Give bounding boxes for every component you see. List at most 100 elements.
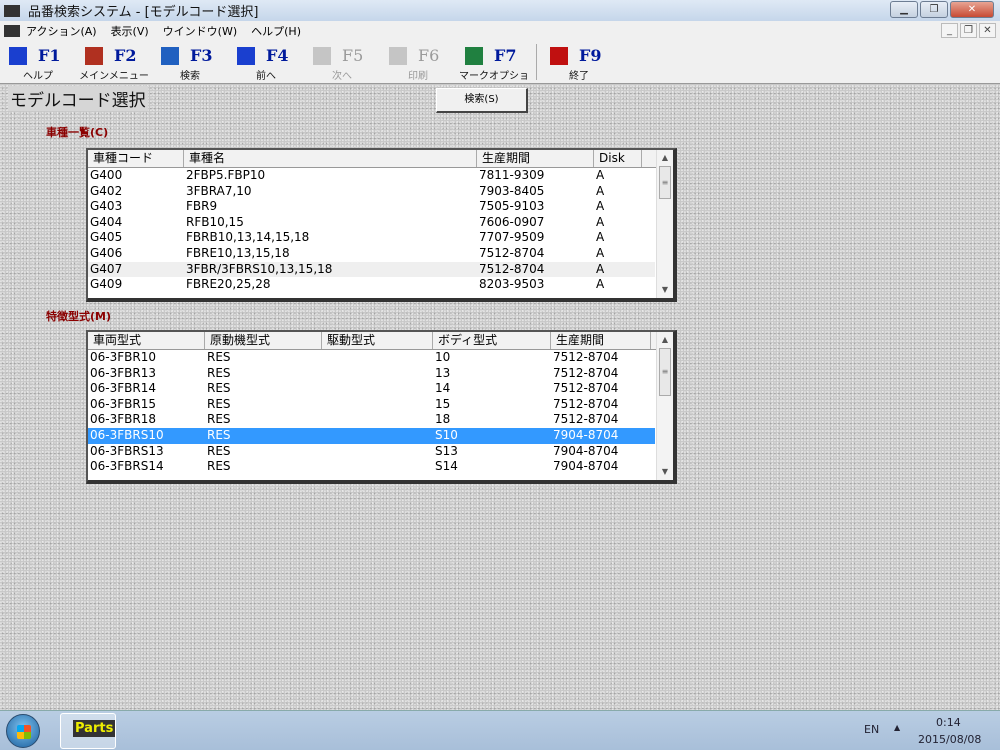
- toolbar-button-label: 印刷: [408, 71, 428, 82]
- table-row[interactable]: 06-3FBRS14 RES S14 7904-8704: [88, 459, 655, 475]
- table-cell: RES: [207, 365, 231, 380]
- toolbar-button-f1[interactable]: F1 ヘルプ: [0, 40, 76, 84]
- toolbar-button-f4[interactable]: F4 前へ: [228, 40, 304, 84]
- minimize-button[interactable]: ▁: [890, 1, 918, 18]
- scroll-down-icon[interactable]: ▼: [657, 464, 673, 480]
- toolbar-button-f3[interactable]: F3 検索: [152, 40, 228, 84]
- table-row[interactable]: G402 3FBRA7,10 7903-8405 A: [88, 184, 655, 200]
- windows-logo-icon: [17, 725, 31, 739]
- column-header[interactable]: 車種名: [184, 150, 477, 167]
- clock-date[interactable]: 2015/08/08: [918, 733, 981, 746]
- toolbar: F1 ヘルプ F2 メインメニュー F3 検索 F4 前へ F5 次へ F6 印刷 F7マークオプション…: [0, 40, 1000, 97]
- table-cell: [322, 444, 433, 460]
- table-row[interactable]: G406 FBRE10,13,15,18 7512-8704 A: [88, 246, 655, 262]
- scroll-down-icon[interactable]: ▼: [657, 282, 673, 298]
- table-cell: [322, 459, 433, 475]
- restore-button[interactable]: ❐: [920, 1, 948, 18]
- toolbar-button-f5[interactable]: F5 次へ: [304, 40, 380, 84]
- column-header[interactable]: 原動機型式: [205, 332, 322, 349]
- table-cell: G404: [90, 214, 123, 229]
- column-header[interactable]: Disk: [594, 150, 642, 167]
- table-row[interactable]: 06-3FBR18 RES 18 7512-8704: [88, 412, 655, 428]
- function-key: F1: [38, 46, 61, 65]
- column-header[interactable]: 生産期間: [551, 332, 651, 349]
- menu-action[interactable]: アクション(A): [26, 23, 97, 39]
- table-row[interactable]: 06-3FBRS13 RES S13 7904-8704: [88, 444, 655, 460]
- table-row[interactable]: G407 3FBR/3FBRS10,13,15,18 7512-8704 A: [88, 261, 655, 278]
- close-button[interactable]: ✕: [950, 1, 994, 18]
- taskbar-app-parts[interactable]: Parts: [60, 713, 116, 749]
- toolbar-button-f7[interactable]: F7マークオプション: [456, 40, 532, 97]
- scroll-up-icon[interactable]: ▲: [657, 332, 673, 348]
- app-icon: [4, 24, 20, 37]
- type-list[interactable]: 車両型式 原動機型式 駆動型式 ボディ型式 生産期間 06-3FBR10 RES 10 751…: [86, 330, 677, 484]
- type-list-scrollbar[interactable]: ▲ ≡ ▼: [656, 332, 673, 480]
- table-cell: FBRE10,13,15,18: [186, 245, 290, 260]
- table-cell: 7505-9103: [479, 199, 545, 214]
- table-cell: G407: [90, 261, 123, 276]
- menu-view[interactable]: 表示(V): [111, 23, 149, 39]
- function-key: F9: [579, 46, 602, 65]
- function-key: F3: [190, 46, 213, 65]
- table-cell: RES: [207, 459, 231, 474]
- toolbar-button-f6[interactable]: F6 印刷: [380, 40, 456, 84]
- column-header[interactable]: ボディ型式: [433, 332, 551, 349]
- table-cell: 3FBR/3FBRS10,13,15,18: [186, 261, 333, 276]
- model-list[interactable]: 車種コード 車種名 生産期間 Disk G400 2FBP5.FBP10 7811-930…: [86, 148, 677, 302]
- toolbar-button-label: メインメニュー: [79, 71, 149, 82]
- back-icon: [237, 47, 255, 65]
- table-cell: RES: [207, 412, 231, 427]
- model-list-label: 車種一覧(C): [46, 126, 109, 139]
- table-cell: 3FBRA7,10: [186, 183, 252, 198]
- column-header[interactable]: 車両型式: [88, 332, 205, 349]
- table-row[interactable]: G403 FBR9 7505-9103 A: [88, 199, 655, 215]
- column-header[interactable]: 駆動型式: [322, 332, 433, 349]
- table-row[interactable]: 06-3FBR10 RES 10 7512-8704: [88, 350, 655, 366]
- table-cell: G405: [90, 230, 123, 245]
- toolbar-button-f2[interactable]: F2 メインメニュー: [76, 40, 152, 84]
- model-list-scrollbar[interactable]: ▲ ≡ ▼: [656, 150, 673, 298]
- toolbar-button-label: ヘルプ: [23, 71, 53, 82]
- app-icon: [4, 4, 20, 17]
- tray-expand-icon[interactable]: ▲: [894, 723, 900, 732]
- table-cell: FBRE20,25,28: [186, 277, 271, 292]
- start-button[interactable]: [6, 714, 40, 748]
- menu-window[interactable]: ウインドウ(W): [163, 23, 237, 39]
- scroll-up-icon[interactable]: ▲: [657, 150, 673, 166]
- toolbar-button-f9[interactable]: F9 終了: [541, 40, 617, 84]
- mdi-restore-button[interactable]: ❐: [960, 23, 977, 38]
- menu-help[interactable]: ヘルプ(H): [251, 23, 301, 39]
- table-row[interactable]: G404 RFB10,15 7606-0907 A: [88, 215, 655, 231]
- table-cell: 06-3FBR18: [90, 412, 156, 427]
- table-cell: G409: [90, 277, 123, 292]
- table-row[interactable]: 06-3FBR13 RES 13 7512-8704: [88, 366, 655, 382]
- toolbar-button-label: 検索: [180, 71, 200, 82]
- table-row[interactable]: G409 FBRE20,25,28 8203-9503 A: [88, 277, 655, 293]
- table-row[interactable]: 06-3FBR14 RES 14 7512-8704: [88, 381, 655, 397]
- column-header[interactable]: 生産期間: [477, 150, 594, 167]
- table-cell: A: [596, 245, 605, 260]
- function-key: F7: [494, 46, 517, 65]
- function-key: F4: [266, 46, 289, 65]
- table-cell: 06-3FBRS10: [90, 427, 164, 442]
- mdi-minimize-button[interactable]: _: [941, 23, 958, 38]
- table-cell: RES: [207, 381, 231, 396]
- table-cell: [322, 428, 433, 444]
- search-icon: [161, 47, 179, 65]
- table-cell: 7903-8405: [479, 183, 545, 198]
- search-button[interactable]: 検索(S): [436, 88, 528, 113]
- table-row[interactable]: 06-3FBR15 RES 15 7512-8704: [88, 397, 655, 413]
- language-indicator[interactable]: EN: [864, 723, 879, 736]
- table-cell: 15: [435, 396, 451, 411]
- column-header[interactable]: 車種コード: [88, 150, 184, 167]
- table-row[interactable]: G400 2FBP5.FBP10 7811-9309 A: [88, 168, 655, 184]
- table-cell: [322, 366, 433, 382]
- table-cell: 7904-8704: [553, 443, 619, 458]
- scroll-thumb[interactable]: ≡: [659, 166, 671, 199]
- clock-time[interactable]: 0:14: [936, 716, 961, 729]
- table-row[interactable]: G405 FBRB10,13,14,15,18 7707-9509 A: [88, 230, 655, 246]
- mdi-close-button[interactable]: ✕: [979, 23, 996, 38]
- table-row[interactable]: 06-3FBRS10 RES S10 7904-8704: [88, 427, 655, 444]
- table-cell: [322, 381, 433, 397]
- scroll-thumb[interactable]: ≡: [659, 348, 671, 396]
